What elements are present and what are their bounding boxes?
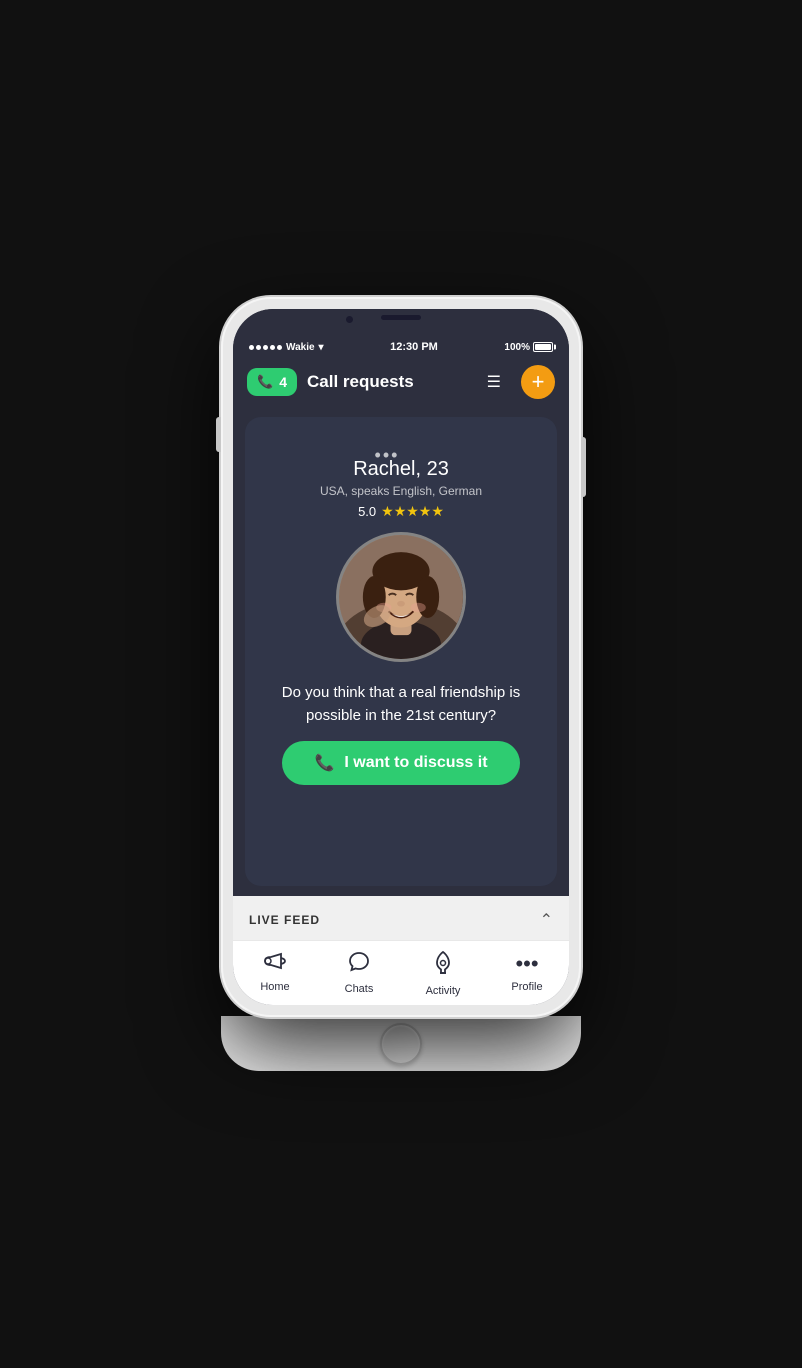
wifi-icon: ▾ — [319, 342, 324, 353]
profile-name: Rachel, 23 — [353, 458, 449, 481]
nav-chats[interactable]: Chats — [317, 951, 401, 997]
status-bar: Wakie ▾ 12:30 PM 100% — [233, 337, 569, 357]
chats-icon — [348, 951, 370, 979]
nav-chats-label: Chats — [345, 983, 374, 995]
activity-icon — [433, 951, 453, 981]
battery-icon — [533, 342, 553, 352]
header: 📞 4 Call requests ☰ + — [233, 357, 569, 407]
profile-details: USA, speaks English, German — [320, 484, 482, 498]
name-text: Rachel — [353, 458, 415, 480]
call-requests-badge[interactable]: 📞 4 — [247, 368, 297, 396]
bottom-nav: Home Chats — [233, 940, 569, 1005]
profile-card: ••• Rachel, 23 USA, speaks English, Germ… — [245, 417, 557, 886]
status-left: Wakie ▾ — [249, 342, 324, 353]
profile-icon: ••• — [515, 951, 538, 977]
chevron-up-icon: ⌃ — [540, 910, 553, 930]
home-button[interactable] — [380, 1023, 422, 1065]
main-content: ••• Rachel, 23 USA, speaks English, Germ… — [233, 407, 569, 896]
time-display: 12:30 PM — [390, 341, 438, 353]
page-title: Call requests — [307, 372, 477, 392]
speaker — [381, 315, 421, 320]
rating-value: 5.0 — [358, 504, 376, 519]
signal-dots — [249, 345, 282, 350]
nav-profile[interactable]: ••• Profile — [485, 951, 569, 997]
nav-activity-label: Activity — [426, 985, 461, 997]
discuss-button-label: I want to discuss it — [344, 754, 487, 772]
camera-dot — [346, 316, 353, 323]
age-text: , 23 — [415, 458, 448, 480]
nav-home[interactable]: Home — [233, 951, 317, 997]
phone-top-bar — [233, 309, 569, 337]
question-text: Do you think that a real friendship is p… — [271, 682, 531, 727]
battery-fill — [535, 344, 551, 350]
profile-rating: 5.0 ★★★★★ — [358, 503, 444, 520]
avatar-image — [339, 535, 463, 659]
phone-icon: 📞 — [257, 374, 273, 390]
live-feed-label: LIVE FEED — [249, 913, 320, 927]
phone-call-icon: 📞 — [314, 753, 334, 773]
phone-inner: Wakie ▾ 12:30 PM 100% 📞 4 Call requests — [233, 309, 569, 1005]
profile-avatar — [336, 532, 466, 662]
live-feed-bar[interactable]: LIVE FEED ⌃ — [233, 896, 569, 940]
star-icons: ★★★★★ — [381, 503, 444, 520]
phone-frame: Wakie ▾ 12:30 PM 100% 📞 4 Call requests — [221, 297, 581, 1071]
nav-activity[interactable]: Activity — [401, 951, 485, 997]
carrier-label: Wakie — [286, 342, 315, 353]
battery-percent: 100% — [504, 342, 530, 353]
discuss-button[interactable]: 📞 I want to discuss it — [282, 741, 520, 785]
badge-count: 4 — [279, 374, 287, 390]
home-icon — [263, 951, 287, 977]
status-right: 100% — [504, 342, 553, 353]
phone-outer: Wakie ▾ 12:30 PM 100% 📞 4 Call requests — [221, 297, 581, 1017]
filter-icon[interactable]: ☰ — [487, 372, 501, 392]
nav-home-label: Home — [260, 981, 289, 993]
nav-profile-label: Profile — [511, 981, 542, 993]
add-button[interactable]: + — [521, 365, 555, 399]
